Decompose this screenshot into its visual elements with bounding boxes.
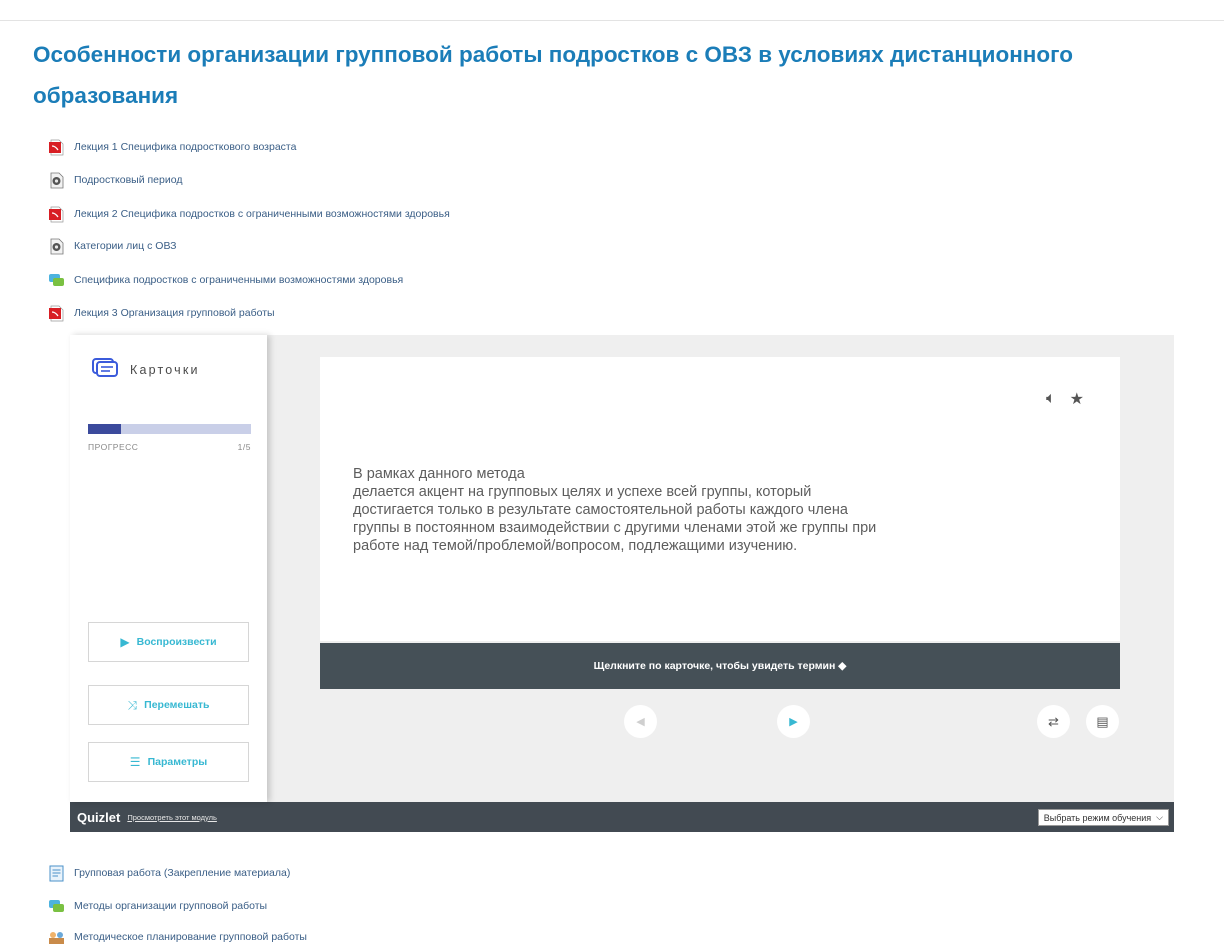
flashcard[interactable]: 🔈︎ ★ В рамках данного метода делается ак… [320,357,1120,641]
previous-card-button[interactable]: ◀ [624,705,657,738]
activity-item[interactable]: Категории лиц с ОВЗ [48,235,176,257]
quizlet-footer: Quizlet Просмотреть этот модуль Выбрать … [70,802,1174,832]
quizlet-stage: 🔈︎ ★ В рамках данного метода делается ак… [267,335,1174,802]
top-divider [0,20,1224,21]
progress-fill [88,424,121,434]
forum-icon [48,898,65,915]
shuffle-icon: ⤨ [127,697,138,712]
progress-caption: ПРОГРЕСС 1/5 [88,442,251,452]
swap-icon: ⇄ [1048,713,1059,729]
study-mode-select[interactable]: Выбрать режим обучения ⌵ [1037,809,1169,826]
activity-label: Лекция 3 Организация групповой работы [74,307,275,319]
activity-label: Подростковый период [74,174,183,186]
shuffle-button[interactable]: ⤨ Перемешать [88,685,249,725]
quizlet-logo: Quizlet [77,809,121,825]
arrow-right-icon: ▶ [789,716,798,728]
progress-bar [88,424,251,434]
course-section-title: Особенности организации групповой работы… [33,42,1073,108]
activity-item[interactable]: Методическое планирование групповой рабо… [48,926,307,948]
activity-item[interactable]: Лекция 1 Специфика подросткового возраст… [48,136,296,158]
card-tools: 🔈︎ ★ [1046,389,1084,409]
card-hint-text: Щелкните по карточке, чтобы увидеть терм… [593,660,836,672]
video-file-icon [48,172,65,189]
card-flip-hint[interactable]: Щелкните по карточке, чтобы увидеть терм… [320,643,1120,689]
star-icon[interactable]: ★ [1070,389,1084,409]
study-mode-label: Выбрать режим обучения [1043,812,1152,823]
mode-header: Карточки [92,357,200,382]
activity-label: Методическое планирование групповой рабо… [74,931,307,943]
options-button[interactable]: ☰ Параметры [88,742,249,782]
forum-icon [48,272,65,289]
pdf-file-icon [48,139,65,156]
activity-label: Методы организации групповой работы [74,900,268,912]
shuffle-button-label: Перемешать [144,699,210,711]
assignment-icon [48,865,65,882]
activity-label: Специфика подростков с ограниченными воз… [74,274,404,286]
play-icon: ▶ [120,635,130,649]
swap-sides-button[interactable]: ⇄ [1037,705,1070,738]
progress-count: 1/5 [237,442,251,452]
play-button-label: Воспроизвести [136,636,217,648]
activity-label: Категории лиц с ОВЗ [74,240,177,252]
activity-label: Лекция 2 Специфика подростков с ограниче… [74,208,450,220]
activity-item[interactable]: Лекция 3 Организация групповой работы [48,302,275,324]
activity-item[interactable]: Специфика подростков с ограниченными воз… [48,269,403,291]
play-button[interactable]: ▶ Воспроизвести [88,622,249,662]
options-button-label: Параметры [147,756,208,768]
quizlet-embed: Карточки ПРОГРЕСС 1/5 ▶ Воспроизвести ⤨ … [70,335,1174,832]
keyboard-button[interactable]: ▤ [1086,705,1119,738]
card-definition: В рамках данного метода делается акцент … [353,466,877,554]
pdf-file-icon [48,305,65,322]
keyboard-icon: ▤ [1096,713,1109,729]
flip-icon: ◆ [838,660,847,672]
activity-label: Групповая работа (Закрепление материала) [74,867,291,879]
activity-item[interactable]: Подростковый период [48,169,182,191]
activity-item[interactable]: Лекция 2 Специфика подростков с ограниче… [48,203,450,225]
audio-icon[interactable]: 🔈︎ [1046,390,1056,408]
options-icon: ☰ [129,755,141,769]
video-file-icon [48,238,65,255]
mode-label: Карточки [130,362,200,377]
chevron-down-icon: ⌵ [1156,812,1163,822]
activity-label: Лекция 1 Специфика подросткового возраст… [74,141,297,153]
progress-label: ПРОГРЕСС [88,442,139,452]
view-set-link[interactable]: Просмотреть этот модуль [127,813,217,822]
quizlet-sidebar: Карточки ПРОГРЕСС 1/5 ▶ Воспроизвести ⤨ … [70,335,267,802]
arrow-left-icon: ◀ [636,716,645,728]
workshop-icon [48,929,65,946]
pdf-file-icon [48,206,65,223]
flashcards-icon [92,357,118,382]
activity-item[interactable]: Методы организации групповой работы [48,895,267,917]
activity-item[interactable]: Групповая работа (Закрепление материала) [48,862,290,884]
next-card-button[interactable]: ▶ [777,705,810,738]
